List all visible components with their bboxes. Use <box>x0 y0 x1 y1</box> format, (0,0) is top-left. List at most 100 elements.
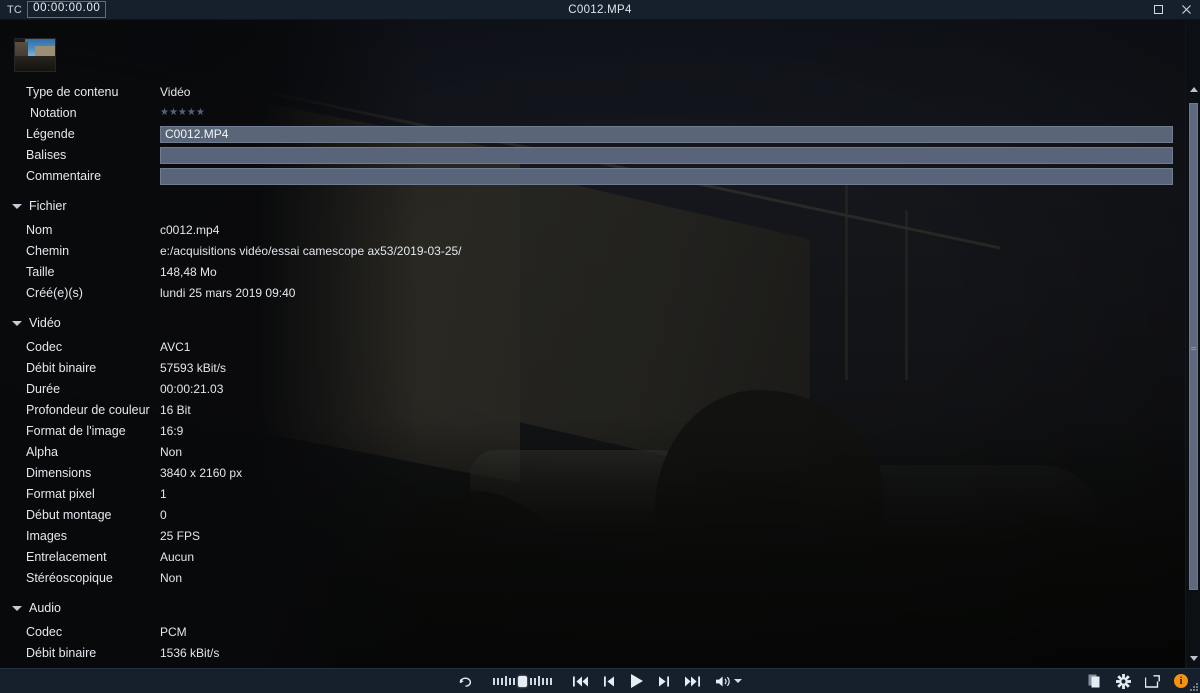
section-header-video[interactable]: Vidéo <box>0 312 1185 334</box>
tags-input[interactable] <box>160 146 1173 164</box>
volume-icon[interactable] <box>715 669 731 693</box>
value-file-name: c0012.mp4 <box>160 223 220 237</box>
next-frame-icon[interactable] <box>658 669 670 693</box>
video-thumbnail[interactable] <box>14 38 56 72</box>
value-audio-bitrate: 1536 kBit/s <box>160 646 220 660</box>
skip-to-start-icon[interactable] <box>572 669 589 693</box>
row-rating: Notation ★★★★★ <box>0 103 1185 123</box>
value-audio-codec: PCM <box>160 625 187 639</box>
row-video-duration: Durée 00:00:21.03 <box>0 379 1185 399</box>
row-edit-start: Début montage 0 <box>0 505 1185 525</box>
label-file-path: Chemin <box>26 244 70 258</box>
previous-frame-icon[interactable] <box>603 669 615 693</box>
label-color-depth: Profondeur de couleur <box>26 403 150 417</box>
vertical-scrollbar[interactable] <box>1185 20 1200 668</box>
comment-input[interactable] <box>160 167 1173 185</box>
scrollbar-grip <box>1191 346 1196 350</box>
section-title-fichier: Fichier <box>29 199 67 213</box>
value-video-bitrate: 57593 kBit/s <box>160 361 227 375</box>
pop-out-icon[interactable] <box>1145 669 1160 693</box>
row-content-type: Type de contenu Vidéo <box>0 82 1185 102</box>
volume-control[interactable] <box>715 669 742 693</box>
window-buttons <box>1144 0 1200 19</box>
metadata-rows: Type de contenu Vidéo Notation ★★★★★ Lég… <box>0 82 1185 668</box>
timecode-label: TC <box>7 3 23 16</box>
label-video-codec: Codec <box>26 340 63 354</box>
value-content-type: Vidéo <box>160 85 191 99</box>
timecode-group: TC 00:00:00.00 <box>7 1 107 18</box>
thumbnail-street <box>15 56 55 71</box>
value-alpha: Non <box>160 445 183 459</box>
row-pixel-format: Format pixel 1 <box>0 484 1185 504</box>
shuttle-handle[interactable] <box>518 675 527 687</box>
row-file-created: Créé(e)(s) lundi 25 mars 2019 09:40 <box>0 283 1185 303</box>
label-framerate: Images <box>26 529 67 543</box>
row-dimensions: Dimensions 3840 x 2160 px <box>0 463 1185 483</box>
caption-input[interactable]: C0012.MP4 <box>160 125 1173 143</box>
value-file-path: e:/acquisitions vidéo/essai camescope ax… <box>160 244 462 258</box>
label-file-created: Créé(e)(s) <box>26 286 83 300</box>
label-content-type: Type de contenu <box>26 85 119 99</box>
row-tags: Balises <box>0 145 1185 165</box>
row-framerate: Images 25 FPS <box>0 526 1185 546</box>
label-dimensions: Dimensions <box>26 466 92 480</box>
copy-icon[interactable] <box>1088 669 1102 693</box>
label-edit-start: Début montage <box>26 508 112 522</box>
value-file-created: lundi 25 mars 2019 09:40 <box>160 286 296 300</box>
shuttle-slider[interactable] <box>493 675 552 687</box>
label-audio-codec: Codec <box>26 625 63 639</box>
row-audio-codec: Codec PCM <box>0 622 1185 642</box>
row-alpha: Alpha Non <box>0 442 1185 462</box>
scroll-down-arrow-icon[interactable] <box>1186 651 1200 666</box>
label-video-duration: Durée <box>26 382 61 396</box>
label-tags: Balises <box>26 148 67 162</box>
value-color-depth: 16 Bit <box>160 403 191 417</box>
maximize-icon[interactable] <box>1144 0 1172 20</box>
skip-to-end-icon[interactable] <box>684 669 701 693</box>
value-file-size: 148,48 Mo <box>160 265 217 279</box>
label-comment: Commentaire <box>26 169 102 183</box>
gear-icon[interactable] <box>1116 669 1131 693</box>
playback-controls <box>0 669 1200 693</box>
label-interlacing: Entrelacement <box>26 550 107 564</box>
row-aspect-ratio: Format de l'image 16:9 <box>0 421 1185 441</box>
loop-icon[interactable] <box>458 669 473 693</box>
chevron-down-icon <box>12 203 22 209</box>
value-edit-start: 0 <box>160 508 167 522</box>
label-rating: Notation <box>30 106 77 120</box>
info-icon[interactable]: i <box>1174 674 1188 688</box>
row-stereoscopic: Stéréoscopique Non <box>0 568 1185 588</box>
row-color-depth: Profondeur de couleur 16 Bit <box>0 400 1185 420</box>
scrollbar-thumb[interactable] <box>1189 103 1198 590</box>
playback-toolbar: i <box>0 668 1200 693</box>
label-pixel-format: Format pixel <box>26 487 95 501</box>
row-video-bitrate: Débit binaire 57593 kBit/s <box>0 358 1185 378</box>
application-window: TC 00:00:00.00 C0012.MP4 Type de contenu <box>0 0 1200 693</box>
label-alpha: Alpha <box>26 445 58 459</box>
timecode-field[interactable]: 00:00:00.00 <box>27 1 107 18</box>
caret-down-icon[interactable] <box>734 679 742 683</box>
row-video-codec: Codec AVC1 <box>0 337 1185 357</box>
value-interlacing: Aucun <box>160 550 195 564</box>
resize-grip-icon[interactable] <box>1189 682 1198 691</box>
row-audio-bitrate: Débit binaire 1536 kBit/s <box>0 643 1185 663</box>
row-interlacing: Entrelacement Aucun <box>0 547 1185 567</box>
play-icon[interactable] <box>629 669 644 693</box>
row-file-name: Nom c0012.mp4 <box>0 220 1185 240</box>
value-framerate: 25 FPS <box>160 529 201 543</box>
value-stereoscopic: Non <box>160 571 183 585</box>
label-file-name: Nom <box>26 223 53 237</box>
section-title-video: Vidéo <box>29 316 61 330</box>
title-bar: TC 00:00:00.00 C0012.MP4 <box>0 0 1200 20</box>
row-comment: Commentaire <box>0 166 1185 186</box>
close-icon[interactable] <box>1172 0 1200 20</box>
row-caption: Légende C0012.MP4 <box>0 124 1185 144</box>
rating-stars[interactable]: ★★★★★ <box>160 108 205 118</box>
scroll-up-arrow-icon[interactable] <box>1186 82 1200 97</box>
section-header-audio[interactable]: Audio <box>0 597 1185 619</box>
section-header-fichier[interactable]: Fichier <box>0 195 1185 217</box>
window-title: C0012.MP4 <box>568 3 632 16</box>
value-video-duration: 00:00:21.03 <box>160 382 224 396</box>
value-video-codec: AVC1 <box>160 340 191 354</box>
label-caption: Légende <box>26 127 75 141</box>
